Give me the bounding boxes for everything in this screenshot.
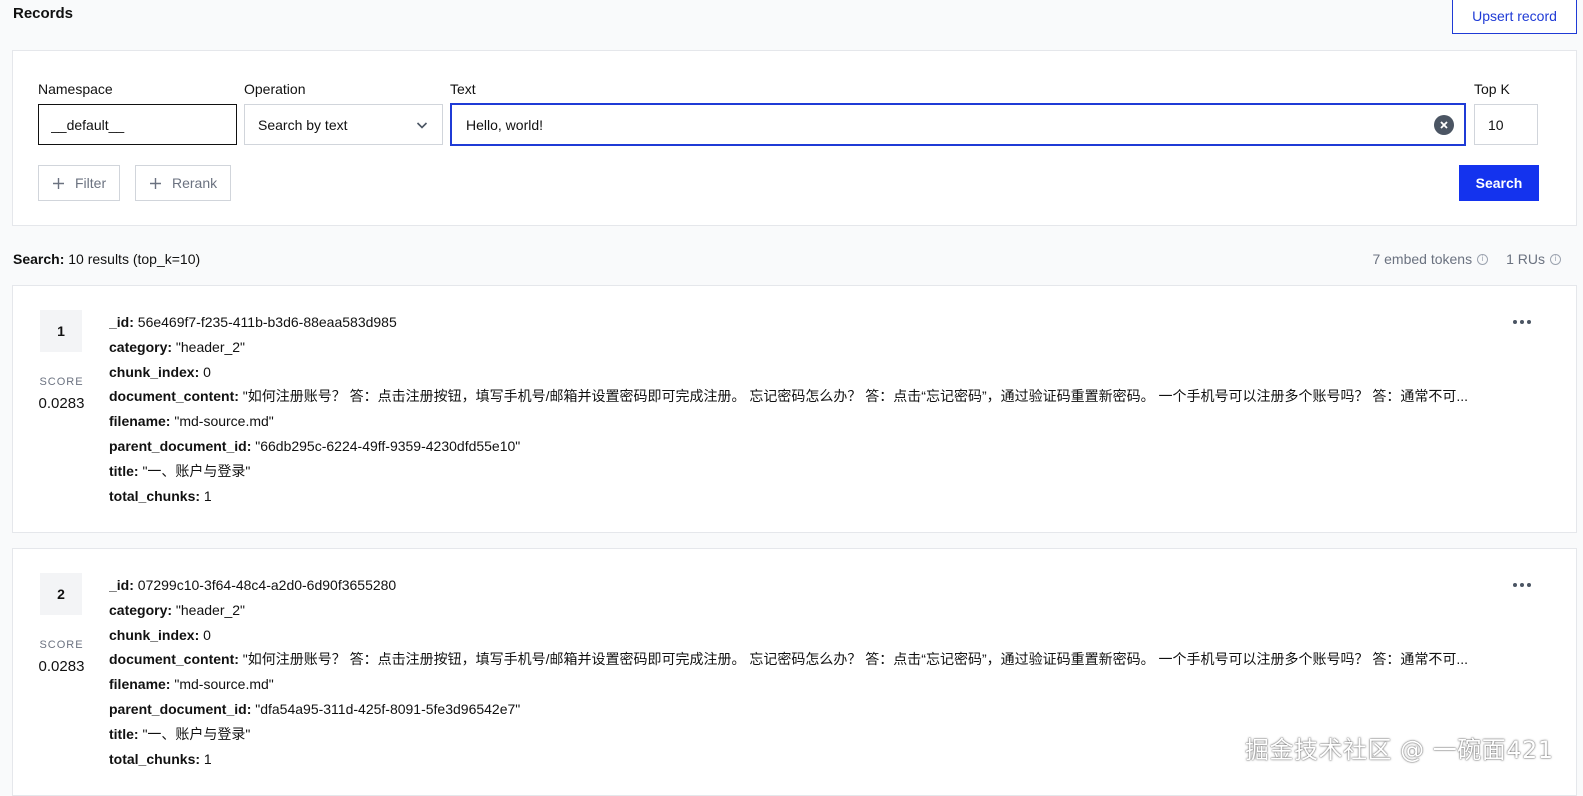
- operation-select[interactable]: Search by text: [244, 104, 443, 145]
- text-input-wrapper: [450, 103, 1466, 146]
- namespace-label: Namespace: [38, 81, 113, 97]
- field-key: parent_document_id:: [109, 700, 252, 717]
- search-summary: Search: 10 results (top_k=10): [13, 251, 200, 267]
- field-row: filename: "md-source.md": [109, 672, 1489, 697]
- field-key: total_chunks:: [109, 750, 201, 767]
- field-value: "md-source.md": [170, 413, 274, 430]
- rus-text: 1 RUs: [1506, 251, 1545, 267]
- search-summary-text: 10 results (top_k=10): [64, 251, 201, 267]
- field-key: chunk_index:: [109, 363, 200, 380]
- clear-icon[interactable]: [1434, 114, 1454, 135]
- field-key: parent_document_id:: [109, 437, 252, 454]
- field-row: filename: "md-source.md": [109, 409, 1489, 434]
- field-row: chunk_index: 0: [109, 623, 1489, 648]
- field-value: "header_2": [172, 601, 246, 618]
- text-input[interactable]: [464, 115, 1434, 134]
- field-row: document_content: "如何注册账号？ 答：点击注册按钮，填写手机…: [109, 647, 1489, 672]
- field-value: "如何注册账号？ 答：点击注册按钮，填写手机号/邮箱并设置密码即可完成注册。 忘…: [238, 651, 1469, 668]
- score-label: SCORE: [39, 376, 84, 388]
- field-value: 1: [200, 487, 212, 504]
- field-value: 56e469f7-f235-411b-b3d6-88eaa583d985: [133, 314, 397, 330]
- plus-icon: [149, 177, 162, 190]
- field-value: "66db295c-6224-49ff-9359-4230dfd55e10": [251, 437, 521, 454]
- score-label: SCORE: [39, 639, 84, 651]
- usage-metrics: 7 embed tokens i 1 RUs i: [1372, 251, 1561, 267]
- topk-label: Top K: [1474, 81, 1510, 97]
- field-row: category: "header_2": [109, 335, 1489, 360]
- add-filter-button[interactable]: Filter: [38, 165, 121, 201]
- upsert-record-button[interactable]: Upsert record: [1452, 0, 1577, 34]
- field-key: _id:: [109, 577, 134, 593]
- info-icon[interactable]: i: [1477, 253, 1489, 265]
- search-button[interactable]: Search: [1459, 165, 1539, 201]
- topk-input[interactable]: [1474, 104, 1538, 145]
- field-value: "如何注册账号？ 答：点击注册按钮，填写手机号/邮箱并设置密码即可完成注册。 忘…: [238, 388, 1469, 405]
- field-key: chunk_index:: [109, 626, 200, 643]
- rank-badge: 2: [40, 573, 82, 615]
- field-key: document_content:: [109, 651, 239, 668]
- field-row: _id: 56e469f7-f235-411b-b3d6-88eaa583d98…: [109, 310, 1489, 335]
- record-fields: _id: 56e469f7-f235-411b-b3d6-88eaa583d98…: [109, 310, 1489, 508]
- namespace-input[interactable]: [38, 104, 237, 145]
- field-row: _id: 07299c10-3f64-48c4-a2d0-6d90f365528…: [109, 573, 1489, 598]
- search-summary-prefix: Search:: [13, 251, 65, 267]
- field-key: total_chunks:: [109, 487, 201, 504]
- field-key: category:: [109, 601, 173, 618]
- field-value: 0: [199, 626, 211, 643]
- add-rerank-button[interactable]: Rerank: [135, 165, 232, 201]
- field-row: parent_document_id: "66db295c-6224-49ff-…: [109, 434, 1489, 459]
- field-key: filename:: [109, 676, 171, 693]
- field-row: chunk_index: 0: [109, 360, 1489, 385]
- result-card: 1 SCORE 0.0283 _id: 56e469f7-f235-411b-b…: [12, 285, 1577, 533]
- field-key: _id:: [109, 314, 134, 330]
- page-title: Records: [13, 5, 74, 22]
- rus-metric: 1 RUs i: [1506, 251, 1561, 267]
- field-row: document_content: "如何注册账号？ 答：点击注册按钮，填写手机…: [109, 384, 1489, 409]
- field-key: title:: [109, 725, 139, 742]
- field-row: total_chunks: 1: [109, 484, 1489, 509]
- field-value: 1: [200, 750, 212, 767]
- field-key: title:: [109, 462, 139, 479]
- query-panel: Namespace Operation Search by text Text …: [12, 50, 1577, 226]
- operation-label: Operation: [244, 81, 306, 97]
- chevron-down-icon: [415, 118, 429, 132]
- more-options-icon[interactable]: [1510, 575, 1534, 595]
- field-value: "一、账户与登录": [138, 725, 251, 742]
- field-key: document_content:: [109, 388, 239, 405]
- plus-icon: [52, 177, 65, 190]
- field-key: filename:: [109, 413, 171, 430]
- operation-select-value: Search by text: [258, 116, 348, 133]
- field-value: "header_2": [172, 338, 246, 355]
- field-key: category:: [109, 338, 173, 355]
- embed-tokens-metric: 7 embed tokens i: [1372, 251, 1489, 267]
- field-value: 0: [199, 363, 211, 380]
- score-value: 0.0283: [38, 658, 85, 675]
- more-options-icon[interactable]: [1510, 312, 1534, 332]
- info-icon[interactable]: i: [1550, 253, 1561, 265]
- field-row: title: "一、账户与登录": [109, 459, 1489, 484]
- embed-tokens-text: 7 embed tokens: [1372, 251, 1473, 267]
- text-label: Text: [450, 81, 476, 97]
- filter-button-label: Filter: [75, 175, 107, 191]
- score-value: 0.0283: [38, 395, 85, 412]
- watermark: 掘金技术社区 @ 一碗面421: [1245, 736, 1554, 764]
- field-value: "一、账户与登录": [138, 462, 251, 479]
- field-row: parent_document_id: "dfa54a95-311d-425f-…: [109, 697, 1489, 722]
- field-value: "dfa54a95-311d-425f-8091-5fe3d96542e7": [251, 700, 521, 717]
- rerank-button-label: Rerank: [172, 175, 218, 191]
- rank-badge: 1: [40, 310, 82, 352]
- field-value: "md-source.md": [170, 676, 274, 693]
- field-row: category: "header_2": [109, 598, 1489, 623]
- field-value: 07299c10-3f64-48c4-a2d0-6d90f3655280: [133, 577, 397, 593]
